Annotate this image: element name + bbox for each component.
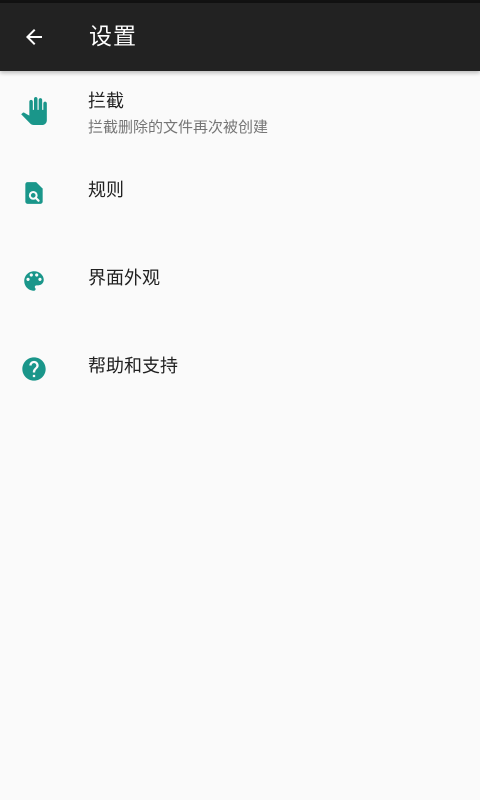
arrow-back-icon [26,29,42,45]
page-title: 设置 [89,24,137,50]
settings-item-intercept[interactable]: 拦截 拦截删除的文件再次被创建 [0,71,480,159]
file-search-icon [20,179,48,207]
palette-icon [20,267,48,295]
help-circle-icon [20,355,48,383]
hand-icon [20,97,48,125]
back-button[interactable] [10,13,58,61]
settings-item-appearance[interactable]: 界面外观 [0,247,480,335]
app-bar: 设置 [0,3,480,71]
settings-item-title: 拦截 [88,91,124,112]
settings-item-subtitle: 拦截删除的文件再次被创建 [88,118,269,136]
settings-item-title: 规则 [88,180,124,201]
settings-item-title: 界面外观 [88,268,160,289]
settings-list: 拦截 拦截删除的文件再次被创建 规则 界面外观 帮助和支持 [0,71,480,423]
settings-item-rules[interactable]: 规则 [0,159,480,247]
settings-item-title: 帮助和支持 [88,356,178,377]
settings-item-help[interactable]: 帮助和支持 [0,335,480,423]
